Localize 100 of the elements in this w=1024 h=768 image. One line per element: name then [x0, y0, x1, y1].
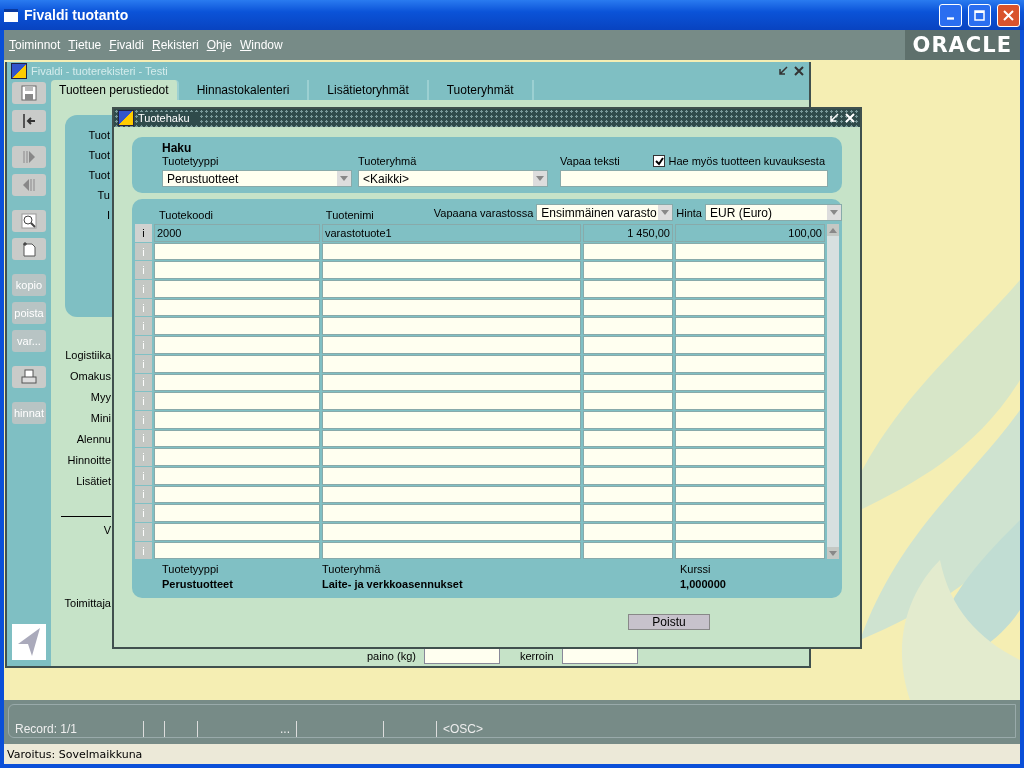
table-cell[interactable]: [322, 280, 581, 298]
table-cell[interactable]: [154, 373, 320, 392]
table-cell[interactable]: [322, 541, 581, 560]
table-cell[interactable]: [322, 485, 581, 504]
table-cell[interactable]: [675, 298, 825, 317]
table-cell[interactable]: [675, 448, 825, 466]
previous-button[interactable]: [12, 174, 46, 196]
table-cell[interactable]: [675, 541, 825, 560]
table-cell[interactable]: [154, 523, 320, 541]
table-cell[interactable]: [322, 466, 581, 485]
row-info-button[interactable]: i: [135, 410, 152, 429]
table-cell[interactable]: [583, 541, 673, 560]
table-cell[interactable]: [583, 354, 673, 373]
table-cell[interactable]: [675, 336, 825, 354]
table-cell[interactable]: [675, 429, 825, 448]
table-cell[interactable]: [583, 336, 673, 354]
menu-item[interactable]: Window: [240, 38, 283, 52]
table-cell[interactable]: varastotuote1: [322, 224, 581, 242]
table-cell[interactable]: [583, 504, 673, 522]
table-cell[interactable]: [583, 280, 673, 298]
scroll-down-icon[interactable]: [829, 550, 837, 556]
table-cell[interactable]: [322, 317, 581, 336]
dropdown[interactable]: Perustuotteet: [162, 170, 352, 187]
maximize-button[interactable]: [968, 3, 991, 27]
table-cell[interactable]: [154, 392, 320, 410]
table-cell[interactable]: [675, 523, 825, 541]
menu-item[interactable]: Rekisteri: [152, 38, 199, 52]
table-cell[interactable]: [675, 373, 825, 392]
table-cell[interactable]: [322, 373, 581, 392]
table-cell[interactable]: [675, 280, 825, 298]
table-cell[interactable]: 1 450,00: [583, 224, 673, 242]
table-cell[interactable]: [154, 336, 320, 354]
table-cell[interactable]: [583, 317, 673, 336]
table-cell[interactable]: [322, 336, 581, 354]
row-info-button[interactable]: i: [135, 429, 152, 448]
checkbox[interactable]: [653, 155, 666, 167]
row-info-button[interactable]: i: [135, 373, 152, 392]
table-cell[interactable]: [322, 242, 581, 261]
table-cell[interactable]: [583, 373, 673, 392]
table-cell[interactable]: [583, 298, 673, 317]
table-cell[interactable]: [583, 261, 673, 280]
row-info-button[interactable]: i: [135, 392, 152, 410]
table-cell[interactable]: [583, 392, 673, 410]
row-info-button[interactable]: i: [135, 280, 152, 298]
table-cell[interactable]: [675, 410, 825, 429]
table-cell[interactable]: [322, 410, 581, 429]
table-cell[interactable]: [154, 242, 320, 261]
table-cell[interactable]: [675, 261, 825, 280]
row-info-button[interactable]: i: [135, 541, 152, 560]
table-cell[interactable]: [154, 504, 320, 522]
print-button[interactable]: [12, 366, 46, 388]
table-cell[interactable]: [154, 354, 320, 373]
table-cell[interactable]: [675, 466, 825, 485]
table-cell[interactable]: [675, 317, 825, 336]
table-cell[interactable]: [675, 392, 825, 410]
table-cell[interactable]: [322, 354, 581, 373]
table-cell[interactable]: [322, 504, 581, 522]
row-info-button[interactable]: i: [135, 242, 152, 261]
new-document-button[interactable]: [12, 238, 46, 260]
save-button[interactable]: [12, 82, 46, 104]
table-cell[interactable]: [154, 541, 320, 560]
table-cell[interactable]: [154, 429, 320, 448]
table-cell[interactable]: [154, 298, 320, 317]
row-info-button[interactable]: i: [135, 261, 152, 280]
table-cell[interactable]: [154, 410, 320, 429]
table-cell[interactable]: [583, 410, 673, 429]
table-cell[interactable]: [322, 429, 581, 448]
table-cell[interactable]: [583, 448, 673, 466]
table-cell[interactable]: [675, 354, 825, 373]
dropdown[interactable]: EUR (Euro): [705, 204, 842, 221]
row-info-button[interactable]: i: [135, 485, 152, 504]
table-cell[interactable]: [322, 523, 581, 541]
tab[interactable]: Tuotteen perustiedot: [51, 80, 179, 100]
exit-button[interactable]: [12, 110, 46, 132]
menu-item[interactable]: Tietue: [68, 38, 102, 52]
table-cell[interactable]: [154, 485, 320, 504]
dropdown[interactable]: <Kaikki>: [358, 170, 548, 187]
table-cell[interactable]: [583, 466, 673, 485]
next-button[interactable]: [12, 146, 46, 168]
scrollbar[interactable]: [827, 224, 839, 560]
table-cell[interactable]: [583, 429, 673, 448]
menu-item[interactable]: Ohje: [206, 38, 233, 52]
table-cell[interactable]: [322, 392, 581, 410]
table-cell[interactable]: [154, 317, 320, 336]
table-cell[interactable]: [583, 523, 673, 541]
close-button[interactable]: [997, 3, 1020, 27]
row-info-button[interactable]: i: [135, 448, 152, 466]
table-cell[interactable]: [154, 280, 320, 298]
table-cell[interactable]: [675, 504, 825, 522]
table-cell[interactable]: [154, 448, 320, 466]
table-cell[interactable]: [154, 466, 320, 485]
exit-button[interactable]: Poistu: [628, 614, 710, 631]
search-button[interactable]: [12, 210, 46, 232]
row-info-button[interactable]: i: [135, 504, 152, 522]
table-cell[interactable]: [154, 261, 320, 280]
row-info-button[interactable]: i: [135, 224, 152, 242]
row-info-button[interactable]: i: [135, 466, 152, 485]
row-info-button[interactable]: i: [135, 298, 152, 317]
table-cell[interactable]: [675, 485, 825, 504]
row-info-button[interactable]: i: [135, 317, 152, 336]
